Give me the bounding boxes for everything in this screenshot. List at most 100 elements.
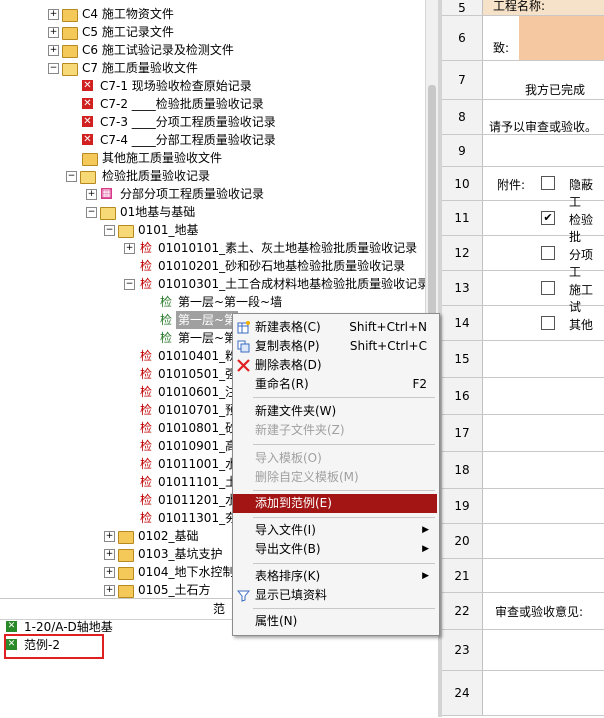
collapse-icon[interactable]: − [104,225,115,236]
sheet-row[interactable]: 14 其他 [442,306,604,341]
sheet-row[interactable]: 20 [442,524,604,559]
sheet-row[interactable]: 6 致: [442,16,604,61]
cell[interactable] [483,415,604,451]
menu-show-filled[interactable]: 显示已填资料 [233,586,437,605]
cell[interactable] [483,341,604,377]
sheet-row[interactable]: 11 ✔ 检验批 [442,201,604,244]
collapse-icon[interactable]: − [124,279,135,290]
menu-delete-table[interactable]: 删除表格(D) [233,356,437,375]
folder-icon [62,9,78,22]
table-icon: ▦ [101,188,112,199]
expand-icon[interactable]: + [104,567,115,578]
expand-icon[interactable]: + [124,243,135,254]
row-number: 6 [442,16,483,60]
sheet-row[interactable]: 17 [442,415,604,452]
expand-icon[interactable]: + [48,45,59,56]
checkbox[interactable] [541,176,555,190]
menu-new-folder[interactable]: 新建文件夹(W) [233,402,437,421]
cell[interactable] [483,378,604,414]
row-number: 17 [442,415,483,451]
sheet-row[interactable]: 7 我方已完成 [442,61,604,100]
sheet-row[interactable]: 9 [442,135,604,167]
cell[interactable]: 我方已完成 [483,61,604,99]
expand-icon[interactable]: + [104,531,115,542]
menu-new-table[interactable]: 新建表格(C) Shift+Ctrl+N [233,318,437,337]
checkbox[interactable] [541,246,555,260]
cell[interactable]: 附件: 隐蔽工 [483,167,604,209]
highlight-box [4,634,104,659]
inspection-icon: 检 [140,403,153,417]
new-table-icon [237,321,250,334]
checkbox-checked[interactable]: ✔ [541,211,555,225]
menu-sort-tables[interactable]: 表格排序(K) ▶ [233,567,437,586]
sheet-row[interactable]: 13 施工试 [442,271,604,314]
row-number: 24 [442,671,483,715]
expand-icon[interactable]: + [48,9,59,20]
spreadsheet[interactable]: 5 工程名称: 6 致: 7 我方已完成 8 请予以审查或验收。 9 10 附件… [442,0,604,717]
cell[interactable]: 审查或验收意见: [483,593,604,629]
excel-red-icon: ✕ [82,116,93,127]
cell[interactable]: 工程名称: [483,0,604,15]
cell[interactable] [483,559,604,592]
inspection-icon: 检 [160,295,173,309]
expand-icon[interactable]: + [48,27,59,38]
menu-add-to-examples[interactable]: 添加到范例(E) [233,494,437,513]
cell[interactable] [483,452,604,488]
cell[interactable] [483,489,604,523]
menu-delete-custom-template[interactable]: 删除自定义模板(M) [233,468,437,487]
row-number: 12 [442,236,483,270]
menu-rename[interactable]: 重命名(R) F2 [233,375,437,394]
filter-icon [237,590,250,602]
cell[interactable]: 请予以审查或验收。 [483,100,604,134]
cell[interactable]: 致: [483,16,604,60]
excel-red-icon: ✕ [82,134,93,145]
expand-icon[interactable]: + [86,189,97,200]
collapse-icon[interactable]: − [66,171,77,182]
input-cell[interactable] [519,16,604,60]
inspection-icon: 检 [140,367,153,381]
sheet-row[interactable]: 21 [442,559,604,593]
cell[interactable] [483,671,604,715]
menu-import-file[interactable]: 导入文件(I) ▶ [233,521,437,540]
sheet-row[interactable]: 15 [442,341,604,378]
open-folder-icon [80,171,96,184]
sheet-row[interactable]: 8 请予以审查或验收。 [442,100,604,135]
cell[interactable] [483,524,604,558]
excel-green-icon: ✕ [6,621,17,632]
menu-copy-table[interactable]: 复制表格(P) Shift+Ctrl+C [233,337,437,356]
inspection-icon: 检 [140,259,153,273]
folder-icon [118,567,134,580]
row-number: 23 [442,630,483,670]
folder-icon [62,27,78,40]
row-number: 10 [442,167,483,200]
cell[interactable]: ✔ 检验批 [483,201,604,244]
inspection-icon: 检 [160,313,173,327]
sheet-row[interactable]: 5 工程名称: [442,0,604,16]
menu-properties[interactable]: 属性(N) [233,612,437,631]
sheet-row[interactable]: 12 分项工 [442,236,604,279]
sheet-row[interactable]: 16 [442,378,604,415]
sheet-row[interactable]: 24 [442,671,604,716]
inspection-icon: 检 [160,331,173,345]
cell[interactable]: 其他 [483,306,604,340]
menu-export-file[interactable]: 导出文件(B) ▶ [233,540,437,559]
collapse-icon[interactable]: − [86,207,97,218]
sheet-row[interactable]: 23 [442,630,604,671]
cell[interactable] [483,630,604,670]
checkbox[interactable] [541,316,555,330]
row-number: 18 [442,452,483,488]
sheet-row[interactable]: 18 [442,452,604,489]
checkbox[interactable] [541,281,555,295]
sheet-row[interactable]: 22 审查或验收意见: [442,593,604,630]
cell[interactable]: 施工试 [483,271,604,314]
expand-icon[interactable]: + [104,549,115,560]
expand-icon[interactable]: + [104,585,115,596]
cell[interactable] [483,135,604,166]
menu-import-template[interactable]: 导入模板(O) [233,449,437,468]
collapse-icon[interactable]: − [48,63,59,74]
cell[interactable]: 分项工 [483,236,604,279]
menu-new-subfolder[interactable]: 新建子文件夹(Z) [233,421,437,440]
submenu-arrow-icon: ▶ [422,544,429,554]
sheet-row[interactable]: 19 [442,489,604,524]
sheet-row[interactable]: 10 附件: 隐蔽工 [442,167,604,209]
